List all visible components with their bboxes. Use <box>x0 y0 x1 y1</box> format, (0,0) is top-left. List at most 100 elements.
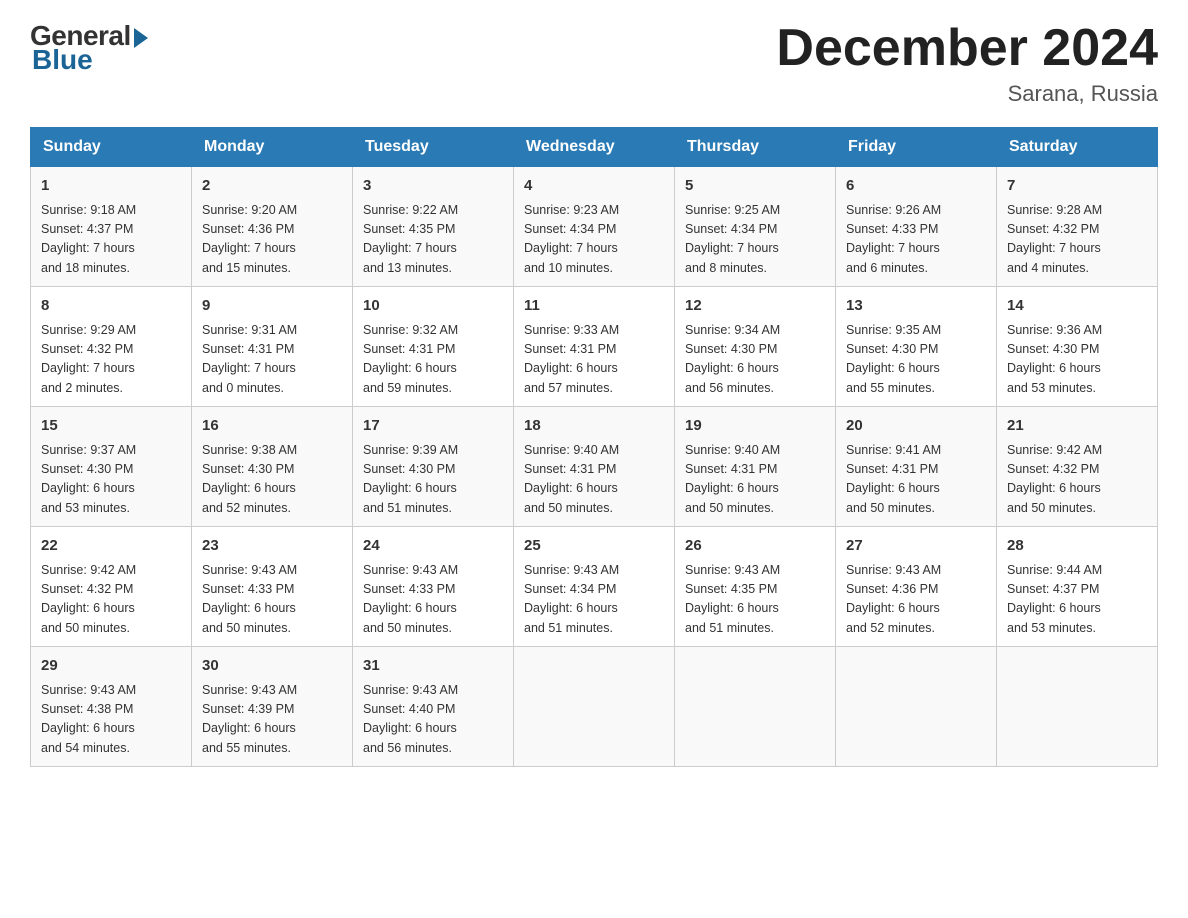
day-info: Sunrise: 9:41 AMSunset: 4:31 PMDaylight:… <box>846 441 986 519</box>
calendar-cell: 14Sunrise: 9:36 AMSunset: 4:30 PMDayligh… <box>997 287 1158 407</box>
day-number: 2 <box>202 175 342 198</box>
day-number: 18 <box>524 415 664 438</box>
calendar-cell: 31Sunrise: 9:43 AMSunset: 4:40 PMDayligh… <box>353 647 514 767</box>
week-row-1: 1 Sunrise: 9:18 AMSunset: 4:37 PMDaylight… <box>31 167 1158 287</box>
calendar-cell: 4 Sunrise: 9:23 AMSunset: 4:34 PMDaylight… <box>514 167 675 287</box>
day-number: 10 <box>363 295 503 318</box>
day-number: 29 <box>41 655 181 678</box>
day-info: Sunrise: 9:28 AMSunset: 4:32 PMDaylight:… <box>1007 201 1147 279</box>
day-number: 15 <box>41 415 181 438</box>
calendar-cell <box>675 647 836 767</box>
calendar-cell: 21Sunrise: 9:42 AMSunset: 4:32 PMDayligh… <box>997 407 1158 527</box>
day-number: 24 <box>363 535 503 558</box>
day-info: Sunrise: 9:22 AMSunset: 4:35 PMDaylight:… <box>363 201 503 279</box>
calendar-cell: 16Sunrise: 9:38 AMSunset: 4:30 PMDayligh… <box>192 407 353 527</box>
day-number: 27 <box>846 535 986 558</box>
day-number: 4 <box>524 175 664 198</box>
day-info: Sunrise: 9:43 AMSunset: 4:40 PMDaylight:… <box>363 681 503 759</box>
day-info: Sunrise: 9:20 AMSunset: 4:36 PMDaylight:… <box>202 201 342 279</box>
calendar-cell: 18 Sunrise: 9:40 AMSunset: 4:31 PMDayligh… <box>514 407 675 527</box>
calendar-cell: 20 Sunrise: 9:41 AMSunset: 4:31 PMDayligh… <box>836 407 997 527</box>
day-info: Sunrise: 9:35 AMSunset: 4:30 PMDaylight:… <box>846 321 986 399</box>
col-thursday: Thursday <box>675 128 836 167</box>
day-number: 1 <box>41 175 181 198</box>
week-row-5: 29 Sunrise: 9:43 AMSunset: 4:38 PMDayligh… <box>31 647 1158 767</box>
day-number: 19 <box>685 415 825 438</box>
calendar-cell: 13 Sunrise: 9:35 AMSunset: 4:30 PMDayligh… <box>836 287 997 407</box>
week-row-3: 15 Sunrise: 9:37 AMSunset: 4:30 PMDayligh… <box>31 407 1158 527</box>
calendar-cell <box>997 647 1158 767</box>
calendar-cell: 6 Sunrise: 9:26 AMSunset: 4:33 PMDaylight… <box>836 167 997 287</box>
calendar-cell: 17 Sunrise: 9:39 AMSunset: 4:30 PMDayligh… <box>353 407 514 527</box>
day-info: Sunrise: 9:23 AMSunset: 4:34 PMDaylight:… <box>524 201 664 279</box>
col-tuesday: Tuesday <box>353 128 514 167</box>
day-info: Sunrise: 9:26 AMSunset: 4:33 PMDaylight:… <box>846 201 986 279</box>
col-wednesday: Wednesday <box>514 128 675 167</box>
logo-arrow-icon <box>134 28 148 48</box>
calendar-header-row: Sunday Monday Tuesday Wednesday Thursday… <box>31 128 1158 167</box>
calendar-cell: 10 Sunrise: 9:32 AMSunset: 4:31 PMDayligh… <box>353 287 514 407</box>
calendar-cell: 8 Sunrise: 9:29 AMSunset: 4:32 PMDaylight… <box>31 287 192 407</box>
calendar-cell: 9 Sunrise: 9:31 AMSunset: 4:31 PMDaylight… <box>192 287 353 407</box>
day-info: Sunrise: 9:43 AMSunset: 4:36 PMDaylight:… <box>846 561 986 639</box>
day-number: 7 <box>1007 175 1147 198</box>
day-info: Sunrise: 9:42 AMSunset: 4:32 PMDaylight:… <box>41 561 181 639</box>
day-number: 28 <box>1007 535 1147 558</box>
day-number: 22 <box>41 535 181 558</box>
calendar-cell: 22 Sunrise: 9:42 AMSunset: 4:32 PMDayligh… <box>31 527 192 647</box>
day-info: Sunrise: 9:18 AMSunset: 4:37 PMDaylight:… <box>41 201 181 279</box>
day-info: Sunrise: 9:33 AMSunset: 4:31 PMDaylight:… <box>524 321 664 399</box>
day-info: Sunrise: 9:29 AMSunset: 4:32 PMDaylight:… <box>41 321 181 399</box>
day-info: Sunrise: 9:36 AMSunset: 4:30 PMDaylight:… <box>1007 321 1147 399</box>
day-number: 25 <box>524 535 664 558</box>
day-info: Sunrise: 9:25 AMSunset: 4:34 PMDaylight:… <box>685 201 825 279</box>
day-number: 9 <box>202 295 342 318</box>
day-number: 3 <box>363 175 503 198</box>
day-number: 8 <box>41 295 181 318</box>
calendar-cell: 12 Sunrise: 9:34 AMSunset: 4:30 PMDayligh… <box>675 287 836 407</box>
location-subtitle: Sarana, Russia <box>776 81 1158 107</box>
day-info: Sunrise: 9:40 AMSunset: 4:31 PMDaylight:… <box>524 441 664 519</box>
col-saturday: Saturday <box>997 128 1158 167</box>
day-info: Sunrise: 9:37 AMSunset: 4:30 PMDaylight:… <box>41 441 181 519</box>
calendar-cell: 26 Sunrise: 9:43 AMSunset: 4:35 PMDayligh… <box>675 527 836 647</box>
day-number: 26 <box>685 535 825 558</box>
calendar-cell: 28 Sunrise: 9:44 AMSunset: 4:37 PMDayligh… <box>997 527 1158 647</box>
day-info: Sunrise: 9:43 AMSunset: 4:38 PMDaylight:… <box>41 681 181 759</box>
day-number: 12 <box>685 295 825 318</box>
day-number: 20 <box>846 415 986 438</box>
calendar-cell <box>514 647 675 767</box>
calendar-cell: 15 Sunrise: 9:37 AMSunset: 4:30 PMDayligh… <box>31 407 192 527</box>
day-info: Sunrise: 9:32 AMSunset: 4:31 PMDaylight:… <box>363 321 503 399</box>
day-info: Sunrise: 9:34 AMSunset: 4:30 PMDaylight:… <box>685 321 825 399</box>
logo-blue-text: Blue <box>32 44 93 76</box>
col-monday: Monday <box>192 128 353 167</box>
day-info: Sunrise: 9:40 AMSunset: 4:31 PMDaylight:… <box>685 441 825 519</box>
day-info: Sunrise: 9:39 AMSunset: 4:30 PMDaylight:… <box>363 441 503 519</box>
day-number: 5 <box>685 175 825 198</box>
day-number: 11 <box>524 295 664 318</box>
day-number: 21 <box>1007 415 1147 438</box>
calendar-cell: 23 Sunrise: 9:43 AMSunset: 4:33 PMDayligh… <box>192 527 353 647</box>
day-number: 17 <box>363 415 503 438</box>
logo: General Blue <box>30 20 148 76</box>
calendar-cell: 25 Sunrise: 9:43 AMSunset: 4:34 PMDayligh… <box>514 527 675 647</box>
day-info: Sunrise: 9:43 AMSunset: 4:35 PMDaylight:… <box>685 561 825 639</box>
calendar-cell: 11 Sunrise: 9:33 AMSunset: 4:31 PMDayligh… <box>514 287 675 407</box>
week-row-4: 22 Sunrise: 9:42 AMSunset: 4:32 PMDayligh… <box>31 527 1158 647</box>
day-info: Sunrise: 9:31 AMSunset: 4:31 PMDaylight:… <box>202 321 342 399</box>
day-number: 13 <box>846 295 986 318</box>
day-info: Sunrise: 9:43 AMSunset: 4:34 PMDaylight:… <box>524 561 664 639</box>
day-number: 6 <box>846 175 986 198</box>
day-number: 23 <box>202 535 342 558</box>
calendar-cell: 1 Sunrise: 9:18 AMSunset: 4:37 PMDaylight… <box>31 167 192 287</box>
day-info: Sunrise: 9:44 AMSunset: 4:37 PMDaylight:… <box>1007 561 1147 639</box>
day-info: Sunrise: 9:43 AMSunset: 4:33 PMDaylight:… <box>202 561 342 639</box>
day-info: Sunrise: 9:43 AMSunset: 4:33 PMDaylight:… <box>363 561 503 639</box>
calendar-cell: 2 Sunrise: 9:20 AMSunset: 4:36 PMDaylight… <box>192 167 353 287</box>
calendar-cell: 5 Sunrise: 9:25 AMSunset: 4:34 PMDaylight… <box>675 167 836 287</box>
day-number: 16 <box>202 415 342 438</box>
calendar-cell: 3 Sunrise: 9:22 AMSunset: 4:35 PMDaylight… <box>353 167 514 287</box>
col-friday: Friday <box>836 128 997 167</box>
day-info: Sunrise: 9:43 AMSunset: 4:39 PMDaylight:… <box>202 681 342 759</box>
